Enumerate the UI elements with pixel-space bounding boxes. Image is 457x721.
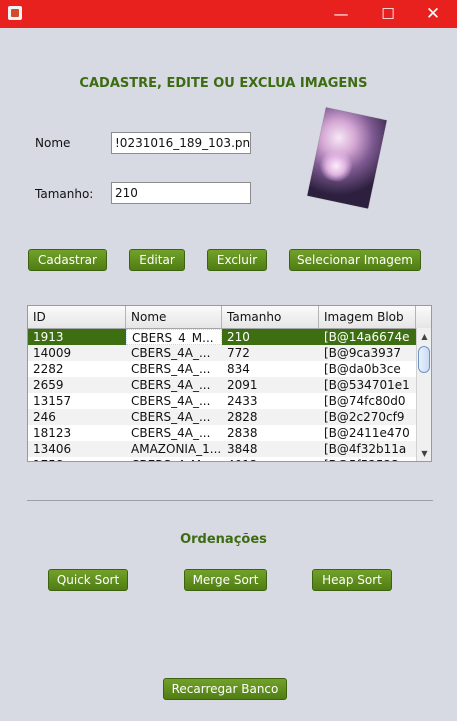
table-row[interactable]: 2659 CBERS_4A_... 2091 [B@534701e1 bbox=[28, 377, 416, 393]
table-row[interactable]: 13157 CBERS_4A_... 2433 [B@74fc80d0 bbox=[28, 393, 416, 409]
cell-nome[interactable]: CBERS_4A_... bbox=[126, 361, 222, 377]
heap-sort-button[interactable]: Heap Sort bbox=[312, 569, 392, 591]
delete-button[interactable]: Excluir bbox=[207, 249, 267, 271]
cell-tamanho[interactable]: 2828 bbox=[222, 409, 319, 425]
cell-id[interactable]: 1758 bbox=[28, 457, 126, 461]
cell-imagem-blob[interactable]: [B@2411e470 bbox=[319, 425, 416, 441]
quick-sort-button[interactable]: Quick Sort bbox=[48, 569, 128, 591]
cell-nome[interactable]: CBERS_4_M... bbox=[126, 329, 222, 345]
maximize-button[interactable]: ☐ bbox=[366, 0, 410, 28]
cell-id[interactable]: 18123 bbox=[28, 425, 126, 441]
cell-id[interactable]: 2659 bbox=[28, 377, 126, 393]
cell-nome[interactable]: CBERS_4_M... bbox=[126, 457, 222, 461]
cell-nome[interactable]: CBERS_4A_... bbox=[126, 345, 222, 361]
cell-imagem-blob[interactable]: [B@9ca3937 bbox=[319, 345, 416, 361]
images-table[interactable]: ID Nome Tamanho Imagem Blob 1913 CBERS_4_… bbox=[27, 305, 432, 462]
cell-tamanho[interactable]: 2838 bbox=[222, 425, 319, 441]
column-header-id[interactable]: ID bbox=[28, 306, 126, 328]
scroll-down-arrow-icon[interactable]: ▼ bbox=[417, 447, 431, 459]
cell-imagem-blob[interactable]: [B@14a6674e bbox=[319, 329, 416, 345]
cell-tamanho[interactable]: 834 bbox=[222, 361, 319, 377]
cell-nome[interactable]: CBERS_4A_... bbox=[126, 393, 222, 409]
name-field[interactable]: !0231016_189_103.png bbox=[111, 132, 251, 154]
size-field[interactable]: 210 bbox=[111, 182, 251, 204]
cell-tamanho[interactable]: 2091 bbox=[222, 377, 319, 393]
table-header: ID Nome Tamanho Imagem Blob bbox=[28, 306, 416, 329]
cell-imagem-blob[interactable]: [B@74fc80d0 bbox=[319, 393, 416, 409]
cell-nome[interactable]: CBERS_4A_... bbox=[126, 377, 222, 393]
cell-id[interactable]: 13406 bbox=[28, 441, 126, 457]
cell-imagem-blob[interactable]: [B@4f32b11a bbox=[319, 441, 416, 457]
minimize-button[interactable]: — bbox=[319, 0, 363, 28]
scroll-up-arrow-icon[interactable]: ▲ bbox=[417, 330, 431, 342]
cell-id[interactable]: 246 bbox=[28, 409, 126, 425]
reload-database-button[interactable]: Recarregar Banco bbox=[163, 678, 287, 700]
column-header-tamanho[interactable]: Tamanho bbox=[222, 306, 319, 328]
table-row[interactable]: 13406 AMAZONIA_1... 3848 [B@4f32b11a bbox=[28, 441, 416, 457]
cell-nome[interactable]: AMAZONIA_1... bbox=[126, 441, 222, 457]
select-image-button[interactable]: Selecionar Imagem bbox=[289, 249, 421, 271]
scrollbar-thumb[interactable] bbox=[418, 346, 430, 373]
table-row[interactable]: 246 CBERS_4A_... 2828 [B@2c270cf9 bbox=[28, 409, 416, 425]
size-label: Tamanho: bbox=[35, 187, 94, 201]
sort-section-title: Ordenações bbox=[180, 532, 267, 547]
image-preview bbox=[307, 107, 387, 209]
cell-id[interactable]: 13157 bbox=[28, 393, 126, 409]
cell-imagem-blob[interactable]: [B@5f52523 bbox=[319, 457, 416, 461]
merge-sort-button[interactable]: Merge Sort bbox=[184, 569, 267, 591]
page-title: CADASTRE, EDITE OU EXCLUA IMAGENS bbox=[79, 76, 368, 91]
table-header-corner bbox=[416, 306, 431, 329]
cell-tamanho[interactable]: 2433 bbox=[222, 393, 319, 409]
edit-button[interactable]: Editar bbox=[129, 249, 185, 271]
cell-tamanho[interactable]: 772 bbox=[222, 345, 319, 361]
table-row[interactable]: 1758CBERS_4_M...4012[B@5f52523 bbox=[28, 457, 416, 461]
cell-nome[interactable]: CBERS_4A_... bbox=[126, 409, 222, 425]
column-header-nome[interactable]: Nome bbox=[126, 306, 222, 328]
section-divider bbox=[27, 500, 433, 501]
table-scrollbar[interactable]: ▲ ▼ bbox=[416, 328, 431, 461]
cell-tamanho[interactable]: 210 bbox=[222, 329, 319, 345]
table-row[interactable]: 18123 CBERS_4A_... 2838 [B@2411e470 bbox=[28, 425, 416, 441]
cell-id[interactable]: 14009 bbox=[28, 345, 126, 361]
title-bar: — ☐ ✕ bbox=[0, 0, 457, 28]
cell-imagem-blob[interactable]: [B@2c270cf9 bbox=[319, 409, 416, 425]
cell-nome[interactable]: CBERS_4A_... bbox=[126, 425, 222, 441]
table-row[interactable]: 1913 CBERS_4_M... 210 [B@14a6674e bbox=[28, 329, 416, 345]
cell-imagem-blob[interactable]: [B@534701e1 bbox=[319, 377, 416, 393]
cell-tamanho[interactable]: 3848 bbox=[222, 441, 319, 457]
cell-id[interactable]: 1913 bbox=[28, 329, 126, 345]
register-button[interactable]: Cadastrar bbox=[28, 249, 107, 271]
cell-imagem-blob[interactable]: [B@da0b3ce bbox=[319, 361, 416, 377]
column-header-imagem-blob[interactable]: Imagem Blob bbox=[319, 306, 416, 328]
table-row[interactable]: 14009 CBERS_4A_... 772 [B@9ca3937 bbox=[28, 345, 416, 361]
java-app-icon bbox=[8, 6, 22, 20]
cell-tamanho[interactable]: 4012 bbox=[222, 457, 319, 461]
close-button[interactable]: ✕ bbox=[411, 0, 455, 28]
cell-id[interactable]: 2282 bbox=[28, 361, 126, 377]
name-label: Nome bbox=[35, 136, 71, 150]
table-row[interactable]: 2282 CBERS_4A_... 834 [B@da0b3ce bbox=[28, 361, 416, 377]
